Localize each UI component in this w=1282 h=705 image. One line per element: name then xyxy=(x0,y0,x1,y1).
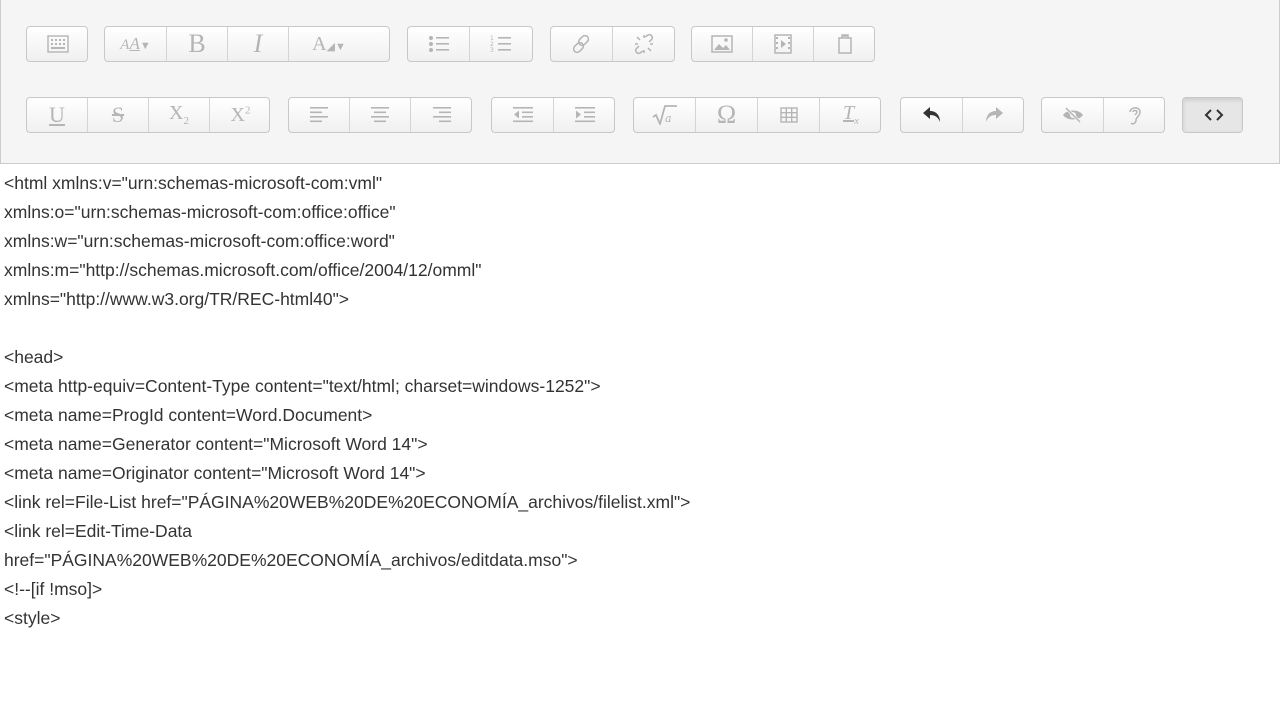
svg-text:3: 3 xyxy=(490,47,494,54)
group-lists: 123 xyxy=(407,26,533,62)
superscript-icon: X2 xyxy=(230,104,251,126)
bullet-list-icon xyxy=(428,35,450,53)
indent-icon xyxy=(575,107,595,123)
outdent-button[interactable] xyxy=(492,98,554,132)
screenreader-helper-button[interactable] xyxy=(1104,98,1164,132)
strikethrough-button[interactable]: S xyxy=(88,98,149,132)
redo-icon xyxy=(984,106,1004,124)
group-links xyxy=(550,26,675,62)
source-line: <meta name=Originator content="Microsoft… xyxy=(4,463,426,483)
font-style-button[interactable]: AA▼ xyxy=(105,27,167,61)
source-line: <!--[if !mso]> xyxy=(4,579,103,599)
source-line xyxy=(4,314,1274,343)
image-icon xyxy=(711,35,733,53)
html-editor: AA▼ B I A◢▼ 1 2 3 U S X2 X2 a Ω Tx <html… xyxy=(0,0,1282,705)
link-button[interactable] xyxy=(551,27,613,61)
image-button[interactable] xyxy=(692,27,753,61)
source-line: <head> xyxy=(4,347,64,367)
bold-button[interactable]: B xyxy=(167,27,228,61)
unlink-icon xyxy=(633,33,655,55)
indent-button[interactable] xyxy=(554,98,614,132)
group-align xyxy=(288,97,472,133)
group-indent xyxy=(491,97,615,133)
kitchen-sink-icon xyxy=(47,35,69,53)
media-button[interactable] xyxy=(753,27,814,61)
undo-icon xyxy=(922,106,942,124)
omega-icon: Ω xyxy=(716,100,737,129)
link-icon xyxy=(571,33,593,55)
align-center-icon xyxy=(371,107,389,123)
source-line: <style> xyxy=(4,608,61,628)
manage-files-icon xyxy=(836,34,854,54)
undo-button[interactable] xyxy=(901,98,963,132)
equation-icon: a xyxy=(652,105,678,125)
source-line: <meta name=Generator content="Microsoft … xyxy=(4,434,428,454)
table-icon xyxy=(779,107,798,123)
align-left-button[interactable] xyxy=(289,98,350,132)
subscript-button[interactable]: X2 xyxy=(149,98,210,132)
clear-formatting-button[interactable]: Tx xyxy=(820,98,880,132)
align-left-icon xyxy=(310,107,328,123)
italic-icon: I xyxy=(253,29,263,58)
accessibility-checker-button[interactable] xyxy=(1042,98,1104,132)
source-line: xmlns:o="urn:schemas-microsoft-com:offic… xyxy=(4,202,396,222)
html-source-button[interactable] xyxy=(1183,98,1242,132)
italic-button[interactable]: I xyxy=(228,27,289,61)
group-other xyxy=(1182,97,1243,133)
group-undo xyxy=(900,97,1024,133)
ordered-list-button[interactable]: 123 xyxy=(470,27,532,61)
source-line: <link rel=Edit-Time-Data xyxy=(4,521,193,541)
source-line: xmlns:m="http://schemas.microsoft.com/of… xyxy=(4,260,482,280)
font-color-button[interactable]: A◢▼ xyxy=(289,27,369,61)
clear-formatting-icon: Tx xyxy=(842,102,859,127)
source-line: xmlns:w="urn:schemas-microsoft-com:offic… xyxy=(4,231,395,251)
equation-button[interactable]: a xyxy=(634,98,696,132)
special-character-button[interactable]: Ω xyxy=(696,98,758,132)
redo-button[interactable] xyxy=(963,98,1023,132)
html-source-textarea[interactable]: <html xmlns:v="urn:schemas-microsoft-com… xyxy=(4,165,1274,705)
source-line: xmlns="http://www.w3.org/TR/REC-html40"> xyxy=(4,289,350,309)
source-line: <link rel=File-List href="PÁGINA%20WEB%2… xyxy=(4,492,691,512)
align-center-button[interactable] xyxy=(350,98,411,132)
group-insert: a Ω Tx xyxy=(633,97,881,133)
align-right-icon xyxy=(432,107,451,123)
group-accessibility xyxy=(1041,97,1165,133)
strikethrough-icon: S xyxy=(111,102,125,127)
code-icon xyxy=(1204,108,1224,122)
numbered-list-icon: 123 xyxy=(490,34,512,54)
source-line: href="PÁGINA%20WEB%20DE%20ECONOMÍA_archi… xyxy=(4,550,578,570)
outdent-icon xyxy=(512,107,533,123)
superscript-button[interactable]: X2 xyxy=(210,98,269,132)
group-style: U S X2 X2 xyxy=(26,97,270,133)
editor-toolbar: AA▼ B I A◢▼ 1 2 3 U S X2 X2 a Ω Tx xyxy=(0,0,1280,164)
underline-button[interactable]: U xyxy=(27,98,88,132)
unlink-button[interactable] xyxy=(613,27,674,61)
bold-icon: B xyxy=(188,29,206,58)
font-style-icon: AA▼ xyxy=(120,34,151,53)
source-line: <meta http-equiv=Content-Type content="t… xyxy=(4,376,601,396)
group-text: AA▼ B I A◢▼ xyxy=(104,26,390,62)
media-icon xyxy=(774,34,792,54)
svg-text:a: a xyxy=(665,112,672,125)
align-right-button[interactable] xyxy=(411,98,471,132)
font-color-icon: A◢▼ xyxy=(312,33,346,55)
show-more-buttons-button[interactable] xyxy=(27,27,87,61)
group-toggle xyxy=(26,26,88,62)
ear-icon xyxy=(1127,104,1143,126)
underline-icon: U xyxy=(49,102,65,127)
manage-files-button[interactable] xyxy=(814,27,874,61)
eye-slash-icon xyxy=(1062,106,1084,124)
subscript-icon: X2 xyxy=(169,102,189,127)
group-files xyxy=(691,26,875,62)
source-line: <meta name=ProgId content=Word.Document> xyxy=(4,405,373,425)
unordered-list-button[interactable] xyxy=(408,27,470,61)
table-button[interactable] xyxy=(758,98,820,132)
source-line: <html xmlns:v="urn:schemas-microsoft-com… xyxy=(4,173,383,193)
